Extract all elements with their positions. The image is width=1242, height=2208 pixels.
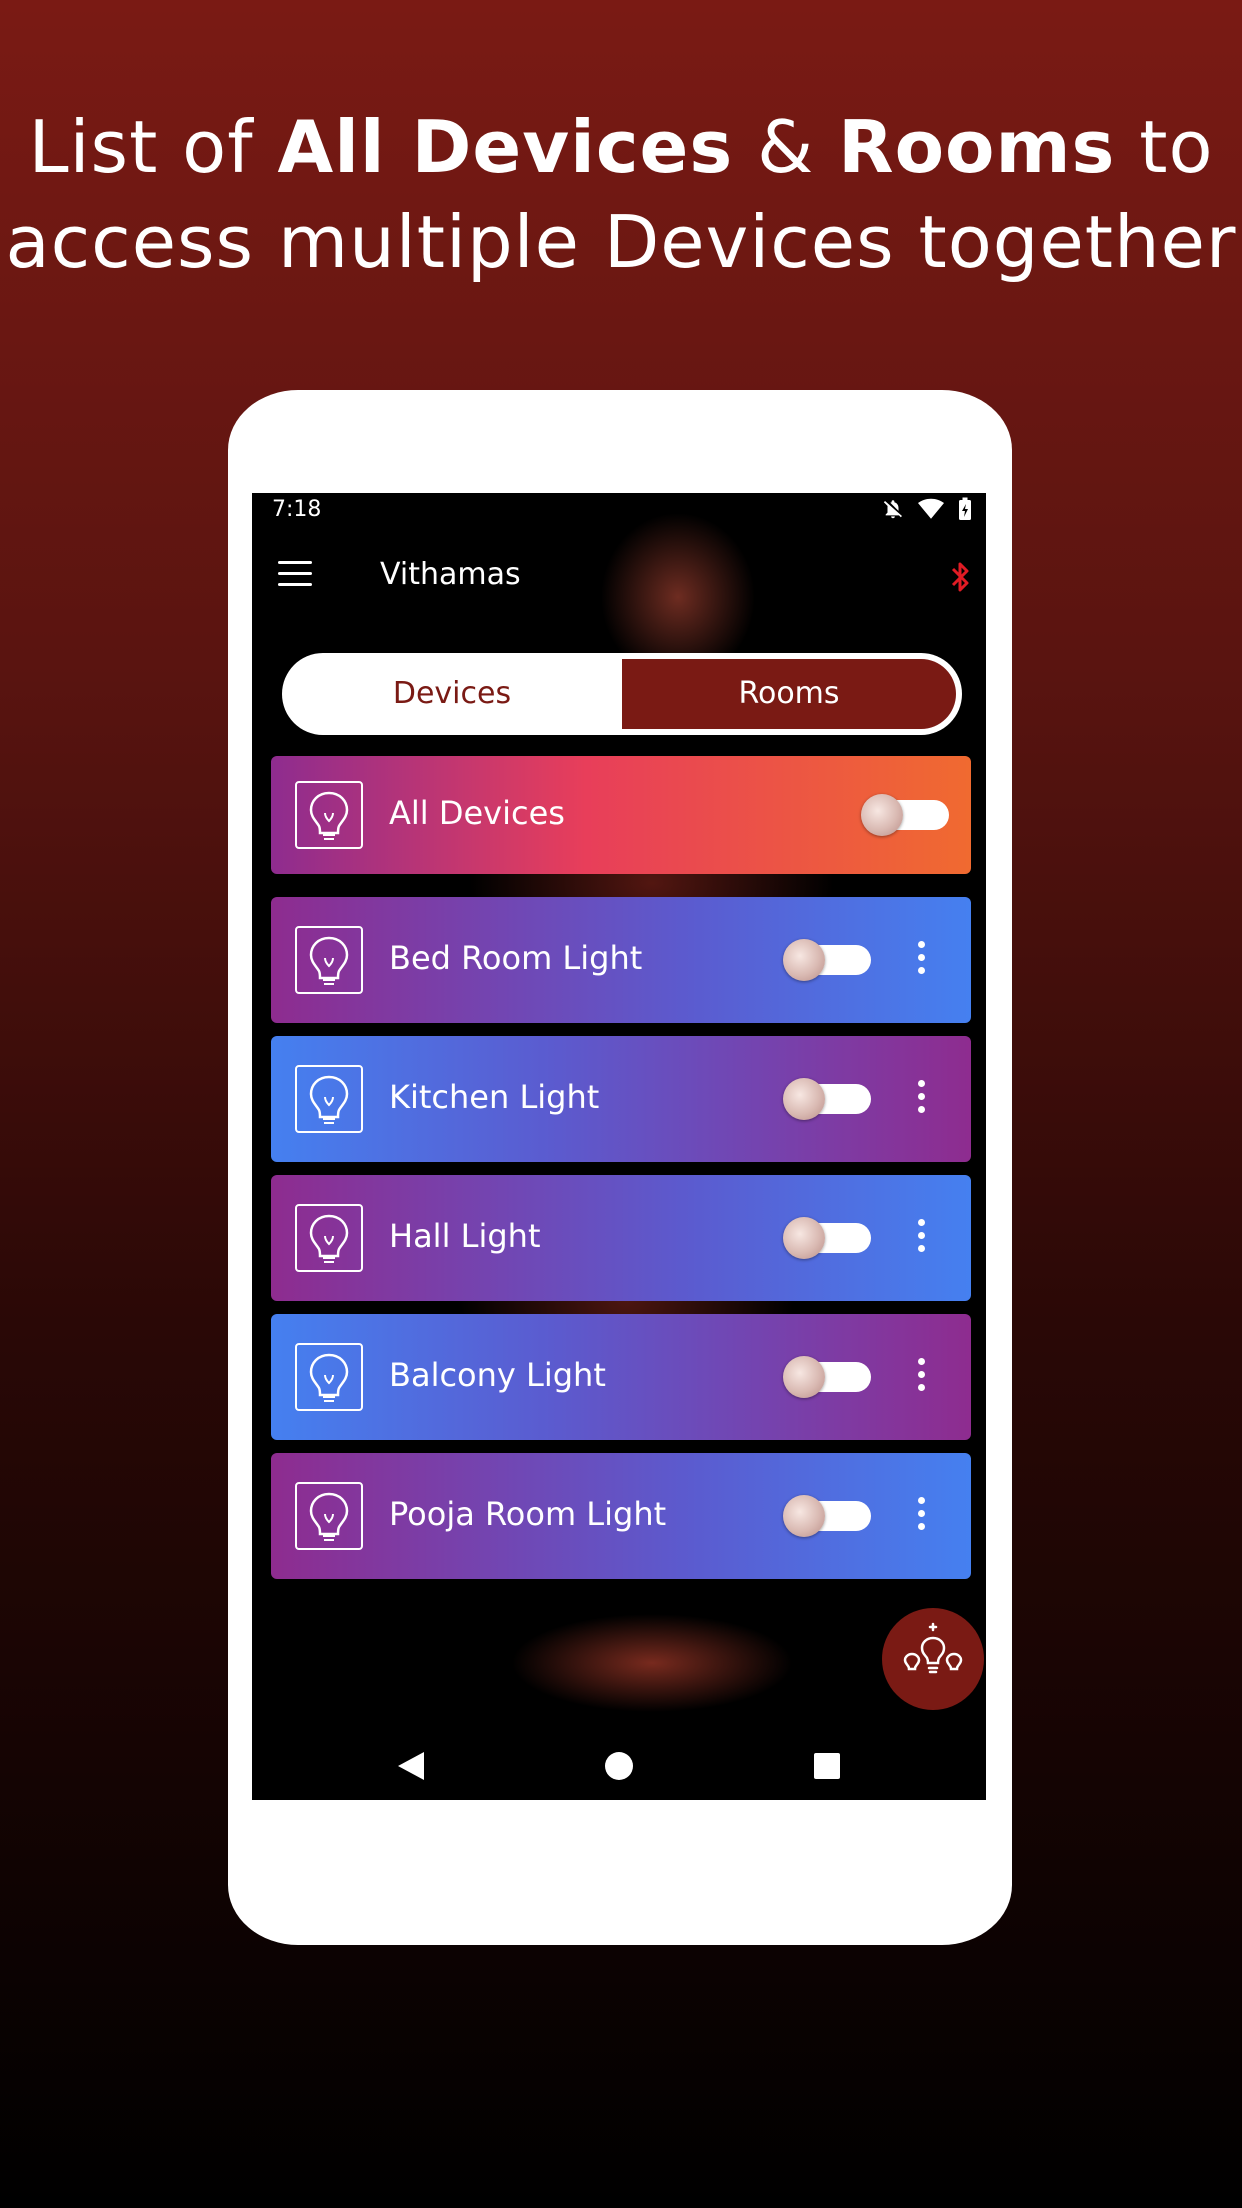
bulb-icon	[295, 1204, 363, 1272]
headline-line-2: access multiple Devices together	[5, 200, 1237, 284]
device-label: Hall Light	[389, 1217, 541, 1255]
all-devices-toggle[interactable]	[861, 794, 949, 836]
headline: List of All Devices & Rooms to access mu…	[0, 100, 1242, 290]
bulb-icon	[295, 1482, 363, 1550]
device-card[interactable]: Kitchen Light	[271, 1036, 971, 1162]
recent-apps-icon[interactable]	[814, 1753, 840, 1779]
device-toggle[interactable]	[783, 1078, 871, 1120]
notifications-off-icon	[883, 500, 902, 519]
add-lights-icon	[903, 1622, 963, 1674]
bulb-icon	[295, 781, 363, 849]
headline-line-1: List of All Devices & Rooms to	[28, 105, 1214, 189]
device-card[interactable]: Hall Light	[271, 1175, 971, 1301]
tab-switcher: Devices Rooms	[282, 653, 962, 735]
device-label: Pooja Room Light	[389, 1495, 667, 1533]
system-nav-bar	[252, 1730, 986, 1800]
all-devices-card[interactable]: All Devices	[271, 756, 971, 874]
battery-charging-icon	[959, 497, 971, 520]
bulb-icon	[295, 926, 363, 994]
home-icon[interactable]	[605, 1752, 633, 1780]
more-options-icon[interactable]	[915, 1080, 927, 1119]
back-icon[interactable]	[398, 1752, 424, 1780]
bluetooth-icon[interactable]	[948, 557, 972, 597]
all-devices-label: All Devices	[389, 794, 565, 832]
more-options-icon[interactable]	[915, 941, 927, 980]
wifi-icon	[918, 498, 944, 519]
status-time: 7:18	[272, 497, 322, 522]
device-card[interactable]: Bed Room Light	[271, 897, 971, 1023]
bulb-icon	[295, 1065, 363, 1133]
device-toggle[interactable]	[783, 1495, 871, 1537]
add-lights-fab[interactable]	[882, 1608, 984, 1710]
device-card[interactable]: Balcony Light	[271, 1314, 971, 1440]
more-options-icon[interactable]	[915, 1497, 927, 1536]
bulb-icon	[295, 1343, 363, 1411]
app-title: Vithamas	[380, 557, 521, 592]
device-card[interactable]: Pooja Room Light	[271, 1453, 971, 1579]
tab-devices[interactable]: Devices	[282, 653, 622, 735]
more-options-icon[interactable]	[915, 1219, 927, 1258]
more-options-icon[interactable]	[915, 1358, 927, 1397]
device-label: Balcony Light	[389, 1356, 606, 1394]
tab-rooms[interactable]: Rooms	[622, 659, 956, 729]
app-screen: 7:18 Vithamas Devices Rooms All Devices …	[252, 493, 986, 1800]
device-toggle[interactable]	[783, 1356, 871, 1398]
status-bar: 7:18	[252, 493, 986, 529]
device-label: Kitchen Light	[389, 1078, 600, 1116]
device-label: Bed Room Light	[389, 939, 643, 977]
menu-icon[interactable]	[278, 561, 312, 587]
app-bar: Vithamas	[252, 545, 986, 609]
device-toggle[interactable]	[783, 1217, 871, 1259]
device-toggle[interactable]	[783, 939, 871, 981]
